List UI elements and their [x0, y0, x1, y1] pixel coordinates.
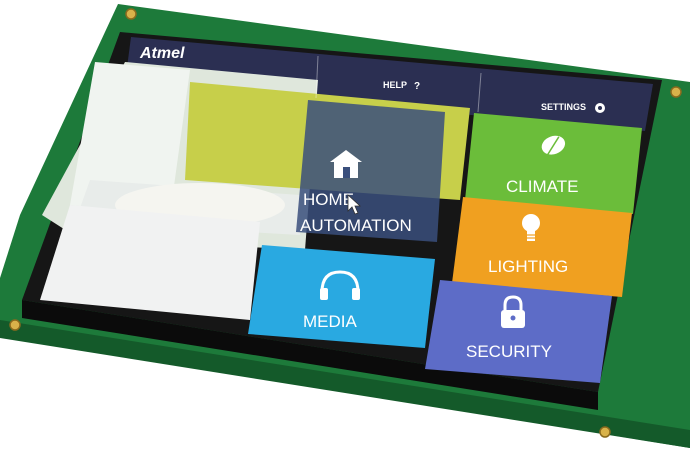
blank-panel	[40, 205, 260, 320]
question-icon: ?	[414, 81, 420, 92]
help-button[interactable]: HELP	[383, 80, 407, 90]
media-label: MEDIA	[303, 312, 358, 331]
device-board: HOME AUTOMATION CLIMATE LIGHTING MEDIA S…	[0, 4, 690, 448]
brand-logo: Atmel	[139, 45, 185, 62]
climate-label: CLIMATE	[506, 177, 578, 196]
tile-security[interactable]	[425, 280, 612, 383]
tile-lighting[interactable]	[452, 197, 632, 297]
home-automation-line1: HOME	[303, 190, 354, 209]
mount-hole-bl	[9, 319, 21, 331]
lighting-label: LIGHTING	[488, 257, 568, 276]
gear-icon	[595, 103, 605, 113]
tile-media[interactable]	[248, 245, 435, 348]
tile-climate[interactable]	[465, 113, 642, 214]
mount-hole-tl	[125, 8, 137, 20]
settings-button[interactable]: SETTINGS	[541, 102, 586, 112]
mount-hole-br	[599, 426, 611, 438]
security-label: SECURITY	[466, 342, 552, 361]
home-automation-line2: AUTOMATION	[300, 216, 412, 235]
mount-hole-tr	[670, 86, 682, 98]
